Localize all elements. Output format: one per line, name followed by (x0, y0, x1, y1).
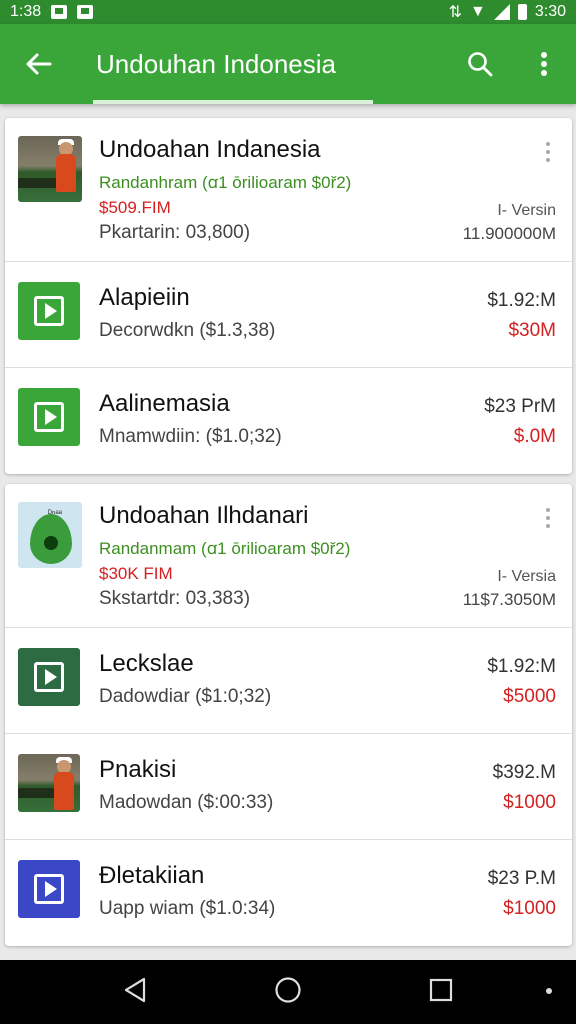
item-size: 11$7.3050M (462, 590, 556, 609)
item-menu-button[interactable] (546, 508, 552, 528)
app-bar: Undouhan Indonesia (0, 24, 576, 104)
nav-home-button[interactable] (274, 976, 302, 1009)
search-button[interactable] (448, 24, 512, 104)
triangle-back-icon (125, 977, 146, 1002)
item-meta: Mnamwdiin: ($1.0;32) (99, 426, 282, 447)
list-item[interactable]: Leckslae Dadowdiar ($1:0;32) $1.92:M $50… (5, 628, 572, 734)
item-title: Undoahan Indanesia (99, 136, 321, 163)
play-store-icon (18, 860, 80, 918)
list-item[interactable]: Alapieiin Decorwdkn ($1.3,38) $1.92:M $3… (5, 262, 572, 368)
item-meta: Uapp wiam ($1.0:34) (99, 898, 276, 919)
item-meta: Skstartdr: 03,383) (99, 588, 251, 609)
app-thumbnail (18, 136, 82, 202)
network-icon: ⇅ (448, 4, 463, 21)
notification-icon (51, 5, 68, 19)
item-title: Aalinemasia (99, 390, 230, 417)
item-price-red: $1000 (503, 792, 556, 813)
item-subtitle: Randanhram (ꭤ1 ōrilioaram $0ř2) (99, 173, 352, 192)
item-price: $30K FIM (99, 564, 173, 583)
item-meta: Madowdan ($:00:33) (99, 792, 274, 813)
featured-list-item[interactable]: Undoahan Indanesia Randanhram (ꭤ1 ōrilio… (5, 118, 572, 262)
app-thumbnail: ᴰⁿᵃᵃ (18, 502, 82, 568)
play-store-icon (18, 388, 80, 446)
app-list: Undoahan Indanesia Randanhram (ꭤ1 ōrilio… (5, 118, 572, 956)
item-title: Undoahan Ilhdanari (99, 502, 309, 529)
app-thumbnail (18, 754, 80, 812)
battery-icon (517, 4, 527, 20)
circle-home-icon (275, 976, 301, 1003)
back-button[interactable] (0, 24, 76, 104)
search-icon (468, 52, 493, 77)
more-vert-icon (541, 52, 547, 76)
item-version: I- Versia (497, 568, 556, 585)
system-nav-bar (0, 960, 576, 1024)
app-bar-title: Undouhan Indonesia (96, 48, 336, 79)
item-menu-button[interactable] (546, 142, 552, 162)
item-price: $509.FIM (99, 198, 171, 217)
play-store-icon (18, 648, 80, 706)
play-store-icon (18, 282, 80, 340)
overflow-menu-button[interactable] (512, 24, 576, 104)
item-price: $1.92:M (487, 290, 556, 311)
card: Undoahan Indanesia Randanhram (ꭤ1 ōrilio… (5, 118, 572, 474)
status-bar: 1:38 ⇅ ▼ 3:30 (0, 0, 576, 24)
item-price-red: $1000 (503, 898, 556, 919)
list-item[interactable]: Ðletakiian Uapp wiam ($1.0:34) $23 P.M $… (5, 840, 572, 946)
item-price-red: $.0M (513, 426, 556, 447)
signal-icon (493, 4, 510, 20)
nav-menu-dot[interactable] (546, 988, 552, 994)
arrow-back-icon (26, 53, 52, 75)
item-title: Leckslae (99, 650, 194, 677)
item-version: I- Versin (497, 202, 556, 219)
item-meta: Pkartarin: 03,800) (99, 222, 251, 243)
item-title: Ðletakiian (99, 862, 205, 889)
item-price-red: $5000 (503, 686, 556, 707)
square-recents-icon (429, 978, 452, 1001)
card: ᴰⁿᵃᵃ Undoahan Ilhdanari Randanmam (ꭤ1 ōr… (5, 484, 572, 946)
item-price-red: $30M (508, 320, 556, 341)
nav-recents-button[interactable] (429, 978, 453, 1007)
item-title: Pnakisi (99, 756, 177, 783)
tab-indicator (93, 100, 373, 104)
item-meta: Dadowdiar ($1:0;32) (99, 686, 272, 707)
featured-list-item[interactable]: ᴰⁿᵃᵃ Undoahan Ilhdanari Randanmam (ꭤ1 ōr… (5, 484, 572, 628)
list-item[interactable]: Pnakisi Madowdan ($:00:33) $392.M $1000 (5, 734, 572, 840)
item-price: $23 PrM (484, 396, 556, 417)
notification-icon-2 (77, 5, 94, 19)
status-time-right: 3:30 (534, 3, 566, 20)
item-size: 11.900000M (462, 224, 556, 243)
item-title: Alapieiin (99, 284, 190, 311)
item-price: $392.M (492, 762, 556, 783)
item-price: $23 P.M (487, 868, 556, 889)
item-subtitle: Randanmam (ꭤ1 ōrilioaram $0ř2) (99, 539, 351, 558)
item-price: $1.92:M (487, 656, 556, 677)
list-item[interactable]: Aalinemasia Mnamwdiin: ($1.0;32) $23 PrM… (5, 368, 572, 474)
wifi-icon: ▼ (470, 3, 486, 20)
status-time-left: 1:38 (10, 3, 42, 20)
nav-back-button[interactable] (123, 977, 147, 1008)
item-meta: Decorwdkn ($1.3,38) (99, 320, 276, 341)
